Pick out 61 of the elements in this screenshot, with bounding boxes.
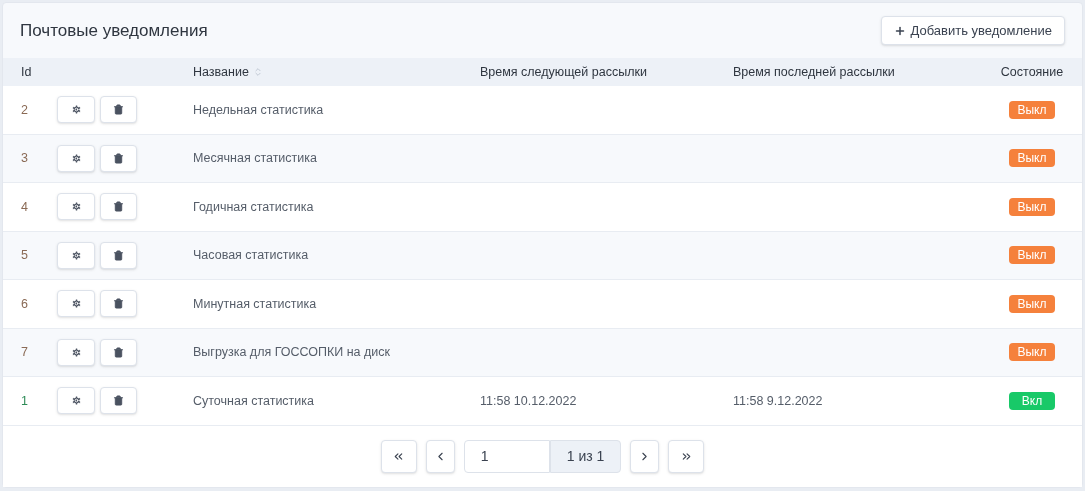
table-cell-text: 7 xyxy=(20,344,29,361)
settings-button[interactable] xyxy=(57,290,95,318)
status-badge: Выкл xyxy=(1009,197,1055,216)
trash-icon xyxy=(113,346,124,358)
settings-button[interactable] xyxy=(57,338,95,366)
delete-button[interactable] xyxy=(100,241,137,269)
table-cell-text: 5 xyxy=(20,247,29,264)
add-notification-button[interactable]: Добавить уведомление xyxy=(881,16,1065,46)
settings-button[interactable] xyxy=(57,387,95,415)
status-badge: Выкл xyxy=(1009,149,1055,168)
column-header: Время последней рассылки xyxy=(733,63,895,81)
trash-icon xyxy=(113,298,124,310)
table-cell-text: Суточная статистика xyxy=(193,392,315,410)
column-header: Состояние xyxy=(1000,63,1064,81)
settings-icon xyxy=(70,395,82,407)
column-header: Время следующей рассылки xyxy=(479,63,647,81)
table-cell-text: 1 xyxy=(20,392,29,410)
status-badge: Вкл xyxy=(1009,391,1055,410)
delete-button[interactable] xyxy=(100,338,137,366)
table-cell-text: 6 xyxy=(20,295,29,313)
settings-icon xyxy=(70,104,82,116)
table-cell-text: Часовая статистика xyxy=(193,247,309,264)
plus-icon xyxy=(894,24,907,37)
delete-button[interactable] xyxy=(100,387,137,415)
table-cell-text: 11:58 10.12.2022 xyxy=(479,393,577,408)
settings-icon xyxy=(70,201,82,213)
table-cell-text: 2 xyxy=(20,101,29,119)
trash-icon xyxy=(113,104,124,116)
table-cell-text: Годичная статистика xyxy=(193,198,314,216)
status-badge: Выкл xyxy=(1009,294,1055,313)
settings-button[interactable] xyxy=(57,193,95,221)
status-badge: Выкл xyxy=(1009,100,1055,119)
settings-button[interactable] xyxy=(57,144,95,172)
table-cell-text: Недельная статистика xyxy=(193,101,324,119)
table-cell-text: Выгрузка для ГОССОПКИ на диск xyxy=(193,344,390,361)
table-cell-text: 4 xyxy=(20,198,29,216)
delete-button[interactable] xyxy=(100,96,137,124)
trash-icon xyxy=(113,395,124,407)
settings-button[interactable] xyxy=(57,96,95,124)
table-cell-text: 3 xyxy=(20,150,29,167)
settings-icon xyxy=(70,298,82,310)
status-badge: Выкл xyxy=(1009,246,1055,265)
delete-button[interactable] xyxy=(100,290,137,318)
table-cell-text: Минутная статистика xyxy=(193,295,317,313)
trash-icon xyxy=(113,249,124,261)
trash-icon xyxy=(113,201,124,213)
delete-button[interactable] xyxy=(100,193,137,221)
page-input[interactable]: 1 xyxy=(463,439,550,473)
trash-icon xyxy=(113,152,124,164)
column-header[interactable]: Название xyxy=(193,62,249,82)
column-header: Id xyxy=(20,63,32,81)
page-summary: 1 из 1 xyxy=(549,439,622,473)
settings-icon xyxy=(70,152,82,164)
settings-icon xyxy=(70,346,82,358)
status-badge: Выкл xyxy=(1009,343,1055,362)
settings-icon xyxy=(70,249,82,261)
table-cell: 11:58 9.12.2022 xyxy=(733,393,823,408)
settings-button[interactable] xyxy=(57,241,95,269)
table-cell-text: Месячная статистика xyxy=(193,150,317,167)
delete-button[interactable] xyxy=(100,144,137,172)
page-title: Почтовые уведомления xyxy=(20,19,208,42)
